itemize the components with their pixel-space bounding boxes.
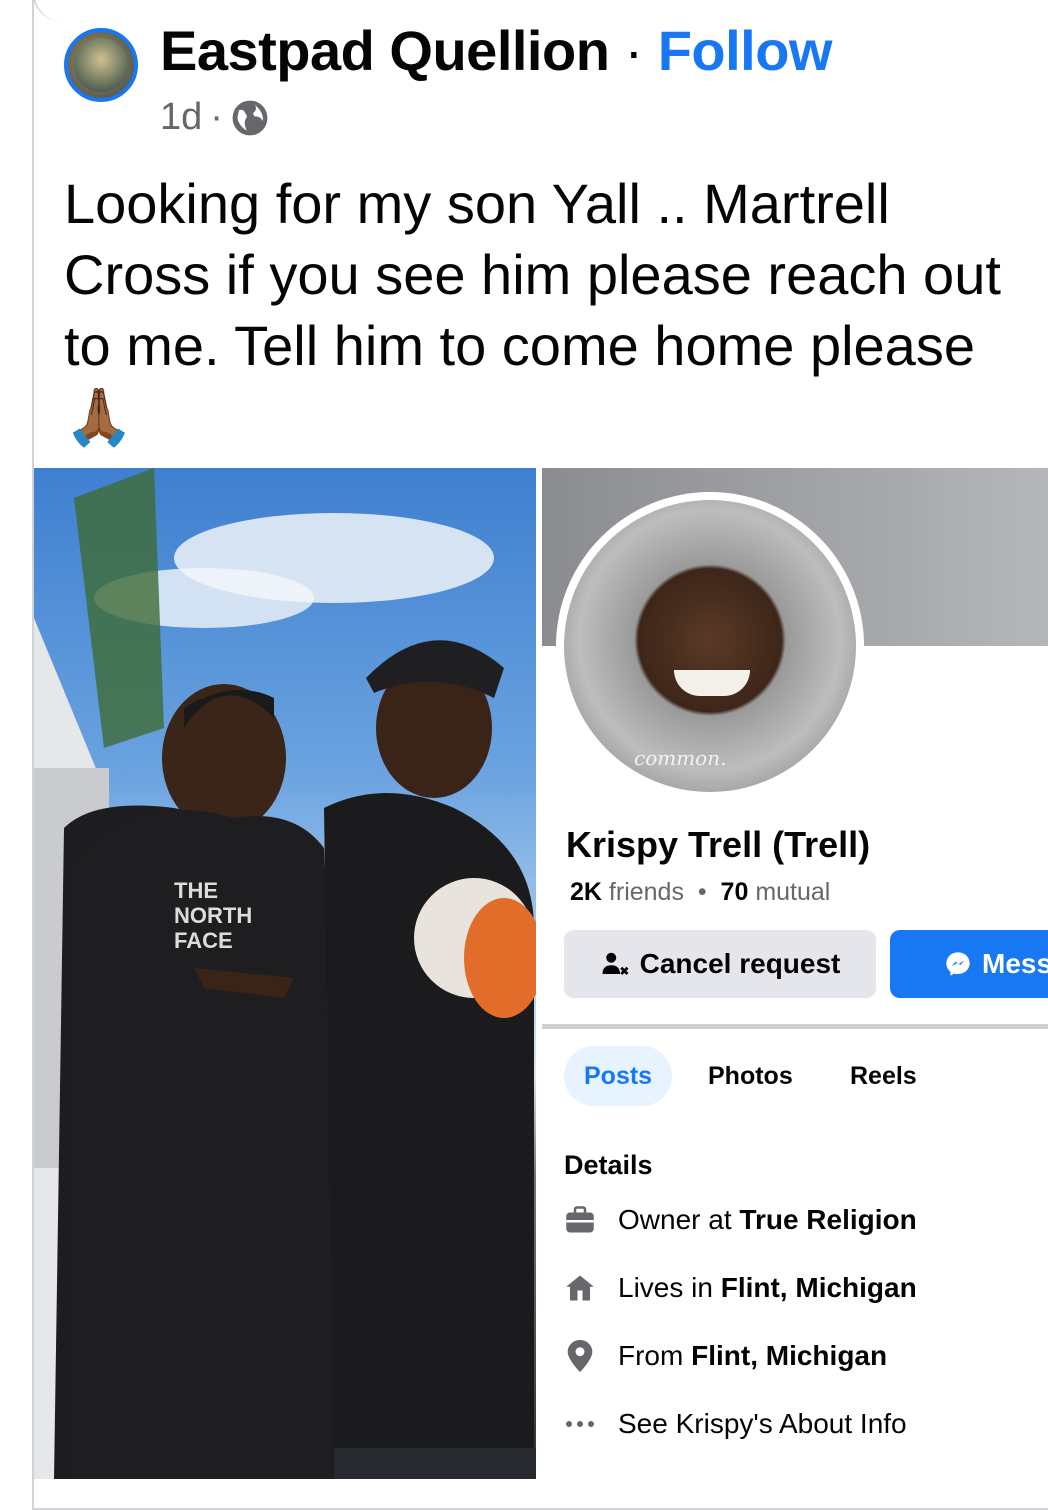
detail-work: Owner at True Religion [564,1204,917,1236]
photo-scene: THE NORTH FACE [34,468,536,1479]
detail-work-value[interactable]: True Religion [739,1204,916,1235]
profile-picture[interactable]: common. [556,492,864,800]
profile-screenshot[interactable]: common. Krispy Trell (Trell) 2K friends … [542,468,1048,1479]
post-text: Looking for my son Yall .. Martrell Cros… [64,172,1001,377]
detail-lives-in: Lives in Flint, Michigan [564,1272,917,1304]
follow-button[interactable]: Follow [658,19,833,82]
briefcase-icon [564,1204,596,1236]
more-dots-icon [564,1408,596,1440]
details-heading: Details [564,1150,653,1180]
author-name[interactable]: Eastpad Quellion [160,19,610,82]
mutual-count: 70 [720,878,749,906]
detail-from-value[interactable]: Flint, Michigan [691,1340,887,1371]
friends-label: friends [608,878,684,906]
hoodie-watermark: common. [634,746,727,770]
messenger-icon [946,952,970,976]
cancel-request-label: Cancel request [639,948,841,979]
author-avatar[interactable] [64,28,138,102]
tab-reels[interactable]: Reels [830,1046,937,1106]
post-body: Looking for my son Yall .. Martrell Cros… [64,168,1004,452]
detail-about-link[interactable]: See Krispy's About Info [564,1408,907,1440]
svg-text:NORTH: NORTH [174,903,252,928]
profile-stats: 2K friends • 70 mutual [570,878,830,907]
tab-photos[interactable]: Photos [688,1046,813,1106]
svg-text:THE: THE [174,878,218,903]
mutual-label: mutual [755,878,831,906]
profile-divider [542,1024,1048,1029]
detail-from: From Flint, Michigan [564,1340,887,1372]
tab-posts[interactable]: Posts [564,1046,673,1106]
home-icon [564,1272,596,1304]
see-about-info-link[interactable]: See Krispy's About Info [618,1408,907,1440]
svg-text:FACE: FACE [174,928,233,953]
stats-separator: • [697,878,707,906]
cancel-request-button[interactable]: Cancel request [564,930,876,998]
post-meta: 1d · [160,96,269,139]
person-remove-icon [602,952,629,975]
header-separator: · [624,19,643,82]
post-header: Eastpad Quellion · Follow [160,18,832,83]
meta-separator: · [210,96,223,138]
detail-lives-in-value[interactable]: Flint, Michigan [721,1272,917,1303]
message-label: Mess [982,948,1048,979]
folded-hands-emoji: 🙏🏾 [64,385,134,448]
globe-icon [232,100,268,135]
post-time[interactable]: 1d [160,96,202,139]
post-photo-left[interactable]: THE NORTH FACE [34,468,536,1479]
location-pin-icon [564,1340,596,1372]
message-button[interactable]: Mess [890,930,1048,998]
friends-count: 2K [570,878,602,906]
profile-name[interactable]: Krispy Trell (Trell) [566,824,870,866]
